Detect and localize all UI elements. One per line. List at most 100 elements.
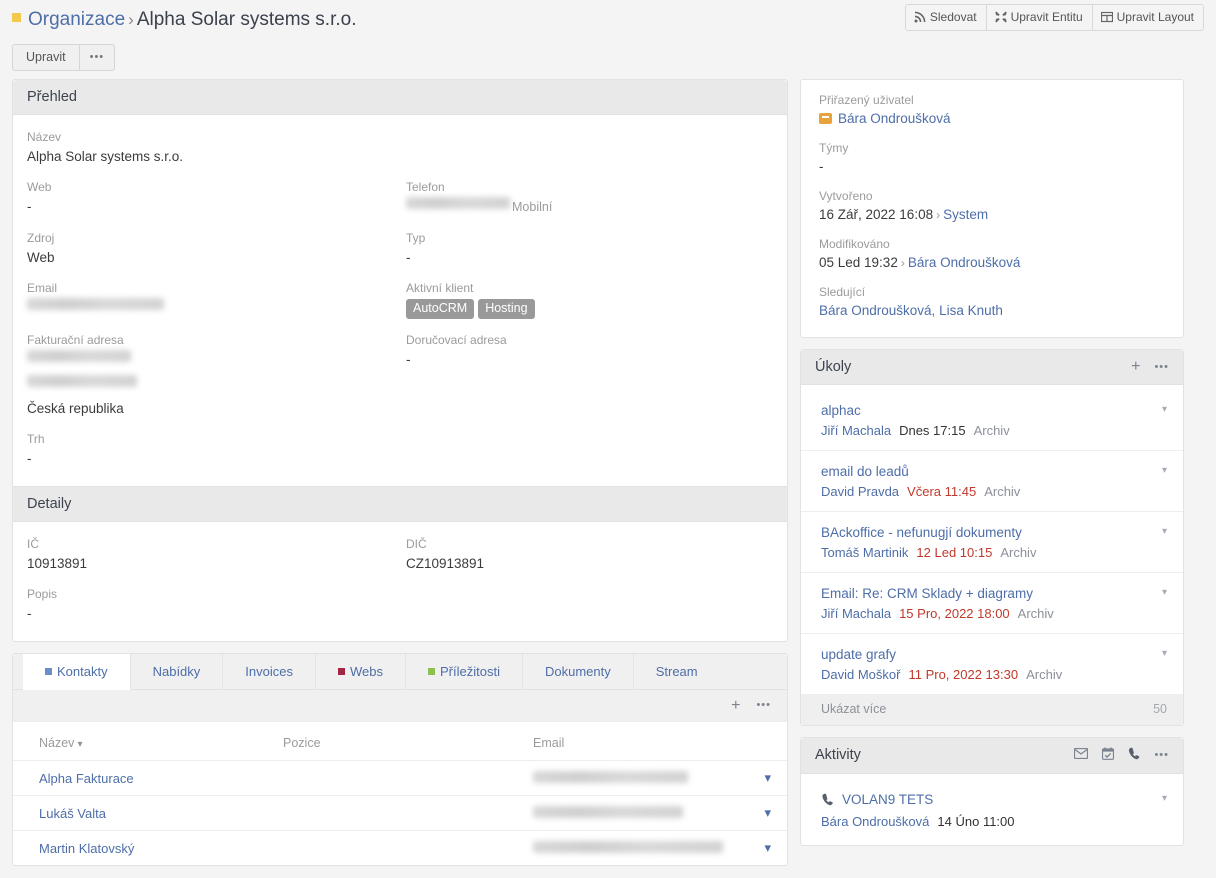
envelope-icon[interactable] [1074,747,1089,763]
task-menu-button[interactable]: ▾ [1162,526,1167,537]
activity-user[interactable]: Bára Ondroušková [821,814,929,829]
field-email-label: Email [27,281,58,295]
followers-link[interactable]: Bára Ondroušková, Lisa Knuth [819,303,1003,318]
assigned-user-link[interactable]: Bára Ondroušková [838,111,951,126]
field-popis-label: Popis [27,587,58,601]
activities-panel-header-icons: ••• [1074,747,1169,764]
tab-dokumenty[interactable]: Dokumenty [522,654,634,689]
edit-layout-button[interactable]: Upravit Layout [1092,5,1203,30]
contact-name-cell[interactable]: Alpha Fakturace [13,760,273,796]
modified-at-timestamp: 05 Led 19:32 [819,255,898,270]
activities-more-button[interactable]: ••• [1154,749,1169,761]
task-menu-button[interactable]: ▾ [1162,587,1167,598]
calendar-check-icon[interactable] [1102,747,1115,764]
follow-button[interactable]: Sledovat [905,5,987,30]
list-item[interactable]: email do leadů David Pravda Včera 11:45 Ar… [801,451,1183,512]
details-panel-body: IČ 10913891 DIČ CZ10913891 Popis - [13,522,787,641]
created-by-link[interactable]: System [943,207,988,222]
task-title[interactable]: email do leadů [821,462,1167,481]
phone-icon [821,792,834,811]
tab-invoices[interactable]: Invoices [223,654,316,689]
task-assignee[interactable]: Jiří Machala [821,606,891,621]
activity-title[interactable]: VOLAN9 TETS [842,792,933,807]
overview-panel-body: Název Alpha Solar systems s.r.o. Web - T… [13,115,787,486]
list-item[interactable]: alphac Jiří Machala Dnes 17:15 Archiv ▾ [801,385,1183,451]
tab-webs[interactable]: Webs [316,654,406,689]
field-assigned-user-value: Bára Ondroušková [819,109,1165,129]
tab-stream[interactable]: Stream [633,654,720,689]
main-layout: Přehled Název Alpha Solar systems s.r.o.… [0,79,1216,866]
tab-invoices-label: Invoices [245,664,293,679]
list-item[interactable]: VOLAN9 TETS Bára Ondroušková 14 Úno 11:00… [801,774,1183,845]
right-column: Přiřazený uživatel Bára Ondroušková Týmy… [800,79,1184,857]
table-row[interactable]: Martin Klatovský x ▾ [13,831,787,866]
tab-prilezitosti[interactable]: Příležitosti [406,654,523,689]
contact-name-cell[interactable]: Martin Klatovský [13,831,273,866]
tasks-more-button[interactable]: ••• [1154,361,1169,373]
tab-kontakty[interactable]: Kontakty [23,654,131,690]
tab-stream-label: Stream [655,664,698,679]
relationship-more-button[interactable]: ••• [756,700,771,711]
list-item[interactable]: Email: Re: CRM Sklady + diagramy Jiří Ma… [801,573,1183,634]
field-popis: Popis - [27,586,773,623]
field-telefon-type: Mobilní [512,200,553,214]
tab-nabidky-label: Nabídky [152,664,201,679]
table-row[interactable]: Alpha Fakturace x ▾ [13,760,787,796]
tab-nabidky[interactable]: Nabídky [130,654,224,689]
task-assignee[interactable]: Tomáš Martinik [821,545,908,560]
field-web-value: - [27,199,32,214]
field-typ: Typ - [406,230,773,267]
redacted-address-line-2: x [27,375,137,387]
task-meta: Tomáš Martinik 12 Led 10:15 Archiv [821,543,1167,562]
task-title[interactable]: alphac [821,401,1167,420]
table-row[interactable]: Lukáš Valta x ▾ [13,795,787,831]
edit-entity-button[interactable]: Upravit Entitu [986,5,1093,30]
rss-icon [914,11,926,23]
redacted-contact-email: x [533,770,688,783]
column-header-pozice-label: Pozice [283,736,321,750]
column-header-pozice[interactable]: Pozice [273,722,523,761]
field-popis-value: - [27,606,32,621]
column-header-actions [753,722,787,761]
row-menu-button[interactable]: ▾ [753,760,787,796]
row-menu-button[interactable]: ▾ [753,831,787,866]
task-menu-button[interactable]: ▾ [1162,465,1167,476]
activity-menu-button[interactable]: ▾ [1162,793,1167,804]
field-modified-at-label: Modifikováno [819,237,890,251]
field-typ-label: Typ [406,231,426,245]
field-email-value: x [27,298,394,317]
list-item[interactable]: BAckoffice - nefunugjí dokumenty Tomáš M… [801,512,1183,573]
list-item[interactable]: update grafy David Moškoř 11 Pro, 2022 13… [801,634,1183,695]
contact-name-cell[interactable]: Lukáš Valta [13,795,273,831]
task-menu-button[interactable]: ▾ [1162,648,1167,659]
task-menu-button[interactable]: ▾ [1162,404,1167,415]
modified-by-link[interactable]: Bára Ondroušková [908,255,1021,270]
row-menu-button[interactable]: ▾ [753,795,787,831]
task-assignee[interactable]: David Moškoř [821,667,900,682]
tab-dokumenty-label: Dokumenty [544,664,611,679]
task-title[interactable]: BAckoffice - nefunugjí dokumenty [821,523,1167,542]
tasks-show-more-button[interactable]: Ukázat více 50 [801,695,1183,725]
task-assignee[interactable]: David Pravda [821,484,899,499]
field-telefon: Telefon 000Mobilní [406,179,773,217]
add-contact-button[interactable]: + [731,697,740,714]
field-ic-label: IČ [27,537,39,551]
field-web: Web - [27,179,394,217]
task-title[interactable]: Email: Re: CRM Sklady + diagramy [821,584,1167,603]
relationships-panel: Kontakty Nabídky Invoices Webs Příležito… [12,653,788,866]
column-header-nazev[interactable]: Název ▾ [13,722,273,761]
field-aktivni-klient-label: Aktivní klient [406,281,474,295]
breadcrumb-parent-link[interactable]: Organizace [28,9,125,30]
edit-button[interactable]: Upravit [12,44,80,71]
phone-icon[interactable] [1128,747,1140,764]
field-ic-value: 10913891 [27,556,88,571]
task-assignee[interactable]: Jiří Machala [821,423,891,438]
redacted-phone: 000 [406,197,510,209]
task-title[interactable]: update grafy [821,645,1167,664]
column-header-email[interactable]: Email [523,722,753,761]
redacted-email: x [27,298,164,310]
status-badge: Hosting [478,299,535,319]
task-date: 15 Pro, 2022 18:00 [899,606,1010,621]
add-task-button[interactable]: + [1131,359,1140,375]
record-more-button[interactable]: ••• [79,44,116,71]
